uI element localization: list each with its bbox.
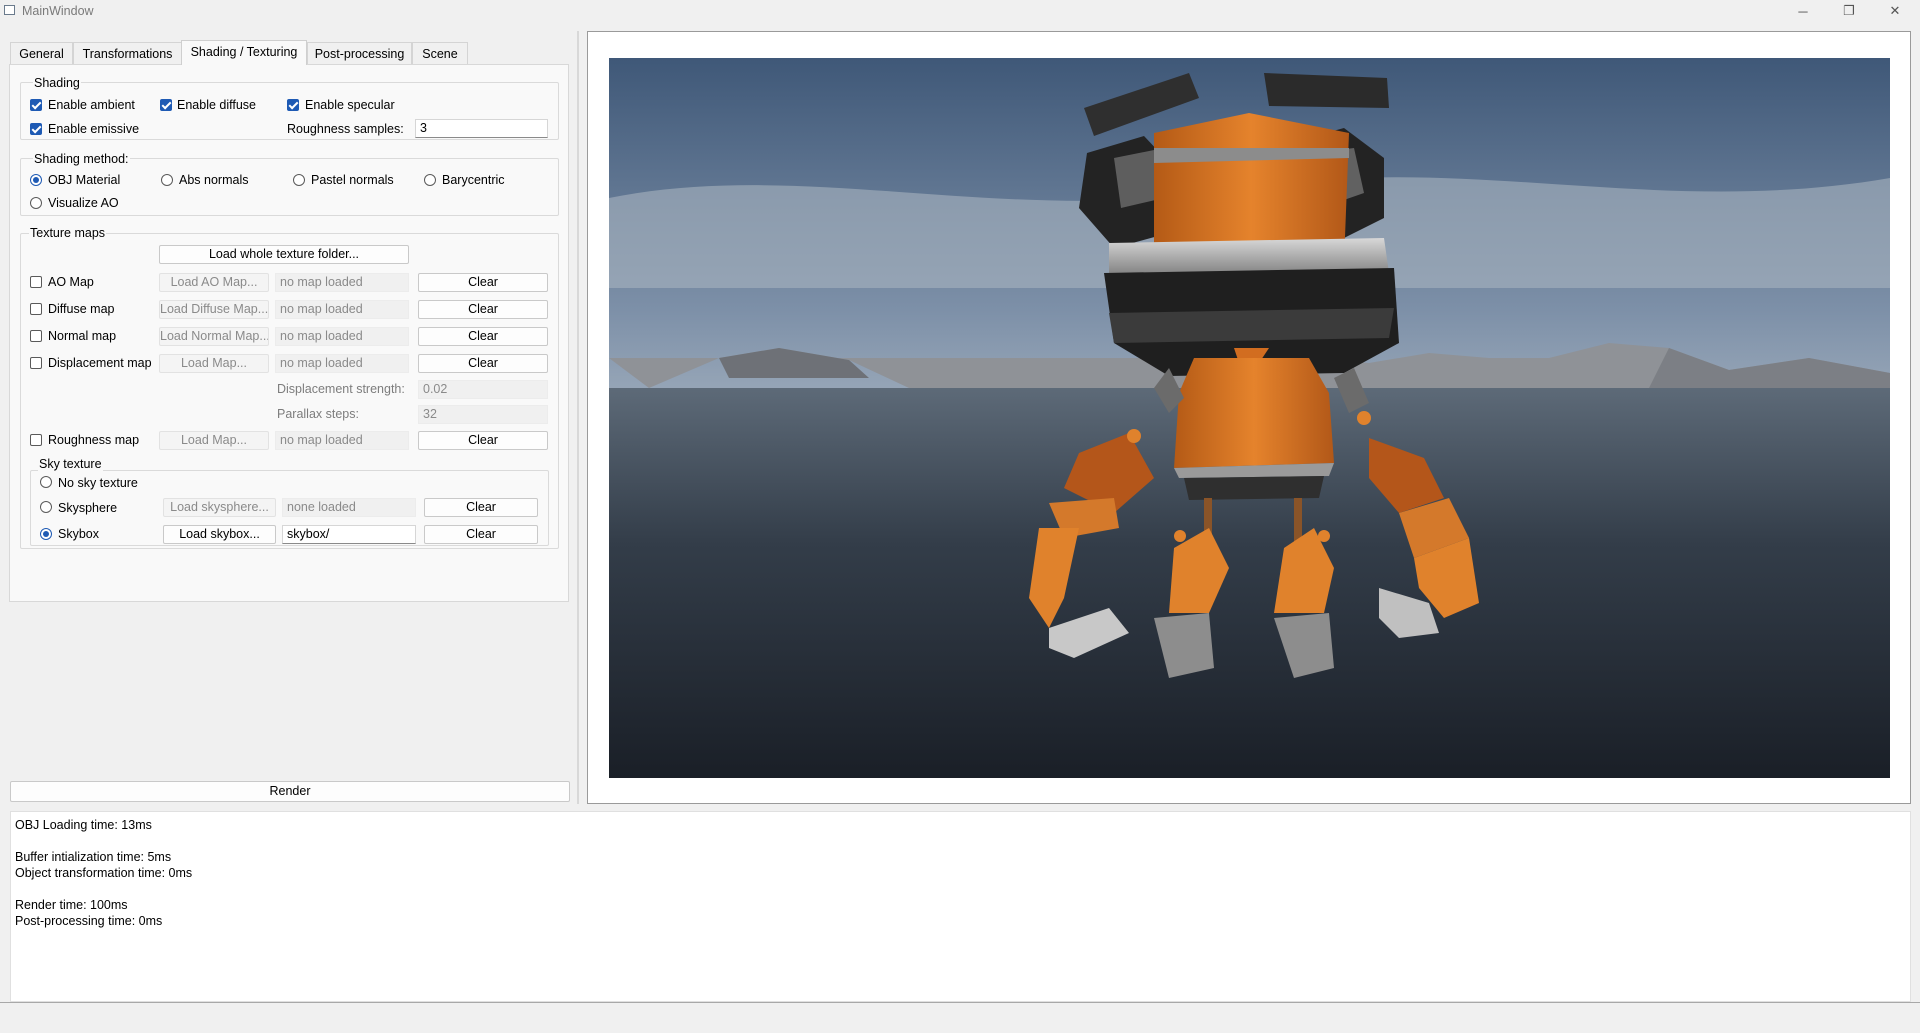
tab-general[interactable]: General [10, 42, 73, 64]
minimize-button[interactable]: ─ [1780, 0, 1826, 22]
load-skybox-button[interactable]: Load skybox... [163, 525, 276, 544]
tab-post-processing[interactable]: Post-processing [307, 42, 412, 64]
radio-visualize-ao-label: Visualize AO [48, 196, 119, 210]
load-ao-map-button[interactable]: Load AO Map... [159, 273, 269, 292]
skybox-path-input[interactable]: skybox/ [282, 525, 416, 544]
radio-skysphere-label: Skysphere [58, 501, 118, 515]
radio-barycentric[interactable] [424, 174, 436, 186]
radio-obj-material[interactable] [30, 174, 42, 186]
splitter-handle[interactable] [577, 31, 579, 804]
load-displacement-map-button[interactable]: Load Map... [159, 354, 269, 373]
clear-displacement-map-button[interactable]: Clear [418, 354, 548, 373]
enable-specular-label: Enable specular [305, 98, 395, 112]
diffuse-map-checkbox[interactable] [30, 303, 42, 315]
radio-obj-material-label: OBJ Material [48, 173, 121, 187]
normal-map-checkbox[interactable] [30, 330, 42, 342]
enable-emissive-label: Enable emissive [48, 122, 140, 136]
load-normal-map-button[interactable]: Load Normal Map... [159, 327, 269, 346]
normal-map-label: Normal map [48, 329, 117, 343]
log-line: Buffer intialization time: 5ms [15, 850, 172, 864]
texture-maps-title: Texture maps [29, 226, 107, 240]
radio-abs-normals[interactable] [161, 174, 173, 186]
ao-map-label: AO Map [48, 275, 94, 289]
radio-skybox[interactable] [40, 528, 52, 540]
roughness-map-status: no map loaded [275, 431, 409, 450]
enable-ambient-label: Enable ambient [48, 98, 135, 112]
diffuse-map-label: Diffuse map [48, 302, 115, 316]
enable-ambient-checkbox[interactable] [30, 99, 42, 111]
radio-no-sky[interactable] [40, 476, 52, 488]
clear-skysphere-button[interactable]: Clear [424, 498, 538, 517]
tab-shading-texturing[interactable]: Shading / Texturing [181, 40, 307, 65]
ao-map-status: no map loaded [275, 273, 409, 292]
normal-map-status: no map loaded [275, 327, 409, 346]
title-bar: MainWindow ─ ❐ ✕ [0, 0, 1920, 22]
enable-emissive-checkbox[interactable] [30, 123, 42, 135]
roughness-samples-label: Roughness samples: [287, 122, 404, 136]
render-button[interactable]: Render [10, 781, 570, 802]
log-line: OBJ Loading time: 13ms [15, 818, 152, 832]
radio-pastel-normals-label: Pastel normals [311, 173, 394, 187]
radio-skybox-label: Skybox [58, 527, 99, 541]
window-title: MainWindow [22, 4, 94, 18]
render-viewport[interactable] [609, 58, 1890, 778]
rendered-scene-image [609, 58, 1890, 778]
displacement-map-label: Displacement map [48, 356, 152, 370]
displacement-map-status: no map loaded [275, 354, 409, 373]
status-bar [0, 1002, 1920, 1033]
roughness-samples-input[interactable]: 3 [415, 119, 548, 138]
parallax-steps-label: Parallax steps: [277, 407, 359, 421]
parallax-steps-input[interactable]: 32 [418, 405, 548, 424]
diffuse-map-status: no map loaded [275, 300, 409, 319]
log-line: Post-processing time: 0ms [15, 914, 163, 928]
radio-abs-normals-label: Abs normals [179, 173, 249, 187]
displacement-map-checkbox[interactable] [30, 357, 42, 369]
displacement-strength-input[interactable]: 0.02 [418, 380, 548, 399]
radio-no-sky-label: No sky texture [58, 476, 138, 490]
load-texture-folder-button[interactable]: Load whole texture folder... [159, 245, 409, 264]
load-skysphere-button[interactable]: Load skysphere... [163, 498, 276, 517]
clear-roughness-map-button[interactable]: Clear [418, 431, 548, 450]
load-roughness-map-button[interactable]: Load Map... [159, 431, 269, 450]
radio-skysphere[interactable] [40, 501, 52, 513]
log-line: Object transformation time: 0ms [15, 866, 193, 880]
sky-texture-title: Sky texture [38, 457, 103, 471]
log-line: Render time: 100ms [15, 898, 128, 912]
log-output[interactable]: OBJ Loading time: 13ms Buffer intializat… [10, 811, 1911, 1002]
radio-pastel-normals[interactable] [293, 174, 305, 186]
enable-diffuse-label: Enable diffuse [177, 98, 256, 112]
radio-barycentric-label: Barycentric [442, 173, 505, 187]
close-button[interactable]: ✕ [1872, 0, 1918, 22]
load-diffuse-map-button[interactable]: Load Diffuse Map... [159, 300, 269, 319]
tab-transformations[interactable]: Transformations [73, 42, 182, 64]
shading-group-title: Shading [33, 76, 81, 90]
tab-scene[interactable]: Scene [412, 42, 468, 64]
roughness-map-checkbox[interactable] [30, 434, 42, 446]
enable-diffuse-checkbox[interactable] [160, 99, 172, 111]
enable-specular-checkbox[interactable] [287, 99, 299, 111]
roughness-map-label: Roughness map [48, 433, 140, 447]
radio-visualize-ao[interactable] [30, 197, 42, 209]
skysphere-status: none loaded [282, 498, 416, 517]
clear-diffuse-map-button[interactable]: Clear [418, 300, 548, 319]
displacement-strength-label: Displacement strength: [277, 382, 405, 396]
shading-method-title: Shading method: [33, 152, 130, 166]
app-icon [4, 5, 15, 15]
clear-skybox-button[interactable]: Clear [424, 525, 538, 544]
clear-normal-map-button[interactable]: Clear [418, 327, 548, 346]
clear-ao-map-button[interactable]: Clear [418, 273, 548, 292]
ao-map-checkbox[interactable] [30, 276, 42, 288]
maximize-button[interactable]: ❐ [1826, 0, 1872, 22]
